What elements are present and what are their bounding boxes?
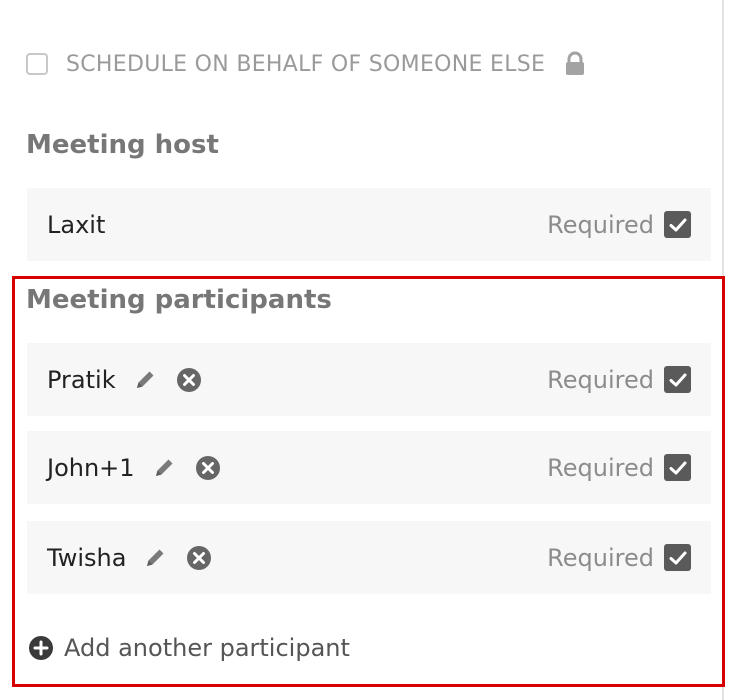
add-participant-label: Add another participant: [64, 634, 350, 662]
required-checkbox[interactable]: [664, 454, 691, 481]
meeting-host-heading: Meeting host: [26, 130, 219, 160]
participant-required[interactable]: Required: [547, 366, 691, 394]
required-checkbox[interactable]: [664, 366, 691, 393]
checkmark-icon: [669, 461, 686, 474]
add-participant-button[interactable]: Add another participant: [28, 630, 350, 666]
participant-row: Pratik Required: [27, 343, 711, 416]
remove-icon[interactable]: [176, 367, 202, 393]
pencil-icon[interactable]: [142, 545, 168, 571]
pencil-icon[interactable]: [132, 367, 158, 393]
host-name: Laxit: [47, 210, 106, 239]
lock-icon: [566, 51, 585, 75]
schedule-on-behalf-label: SCHEDULE ON BEHALF OF SOMEONE ELSE: [66, 51, 546, 77]
participant-name: John+1: [47, 453, 135, 482]
required-checkbox[interactable]: [664, 211, 691, 238]
participant-required[interactable]: Required: [547, 454, 691, 482]
participant-required[interactable]: Required: [547, 544, 691, 572]
checkmark-icon: [669, 551, 686, 564]
required-label: Required: [547, 210, 654, 239]
participant-row: John+1 Required: [27, 431, 711, 504]
meeting-participants-heading: Meeting participants: [26, 285, 332, 315]
schedule-on-behalf-checkbox[interactable]: [26, 53, 48, 75]
required-checkbox[interactable]: [664, 544, 691, 571]
required-label: Required: [547, 453, 654, 482]
remove-icon[interactable]: [186, 545, 212, 571]
panel-right-border: [722, 0, 724, 700]
participant-name: Pratik: [47, 365, 116, 394]
required-label: Required: [547, 543, 654, 572]
remove-icon[interactable]: [195, 455, 221, 481]
checkmark-icon: [669, 218, 686, 231]
host-required[interactable]: Required: [547, 211, 691, 239]
schedule-on-behalf-option[interactable]: SCHEDULE ON BEHALF OF SOMEONE ELSE: [26, 47, 587, 81]
required-label: Required: [547, 365, 654, 394]
participant-row: Twisha Required: [27, 521, 711, 594]
checkmark-icon: [669, 373, 686, 386]
participant-name: Twisha: [47, 543, 127, 572]
plus-circle-icon: [29, 636, 53, 660]
pencil-icon[interactable]: [151, 455, 177, 481]
host-row: Laxit Required: [27, 188, 711, 261]
